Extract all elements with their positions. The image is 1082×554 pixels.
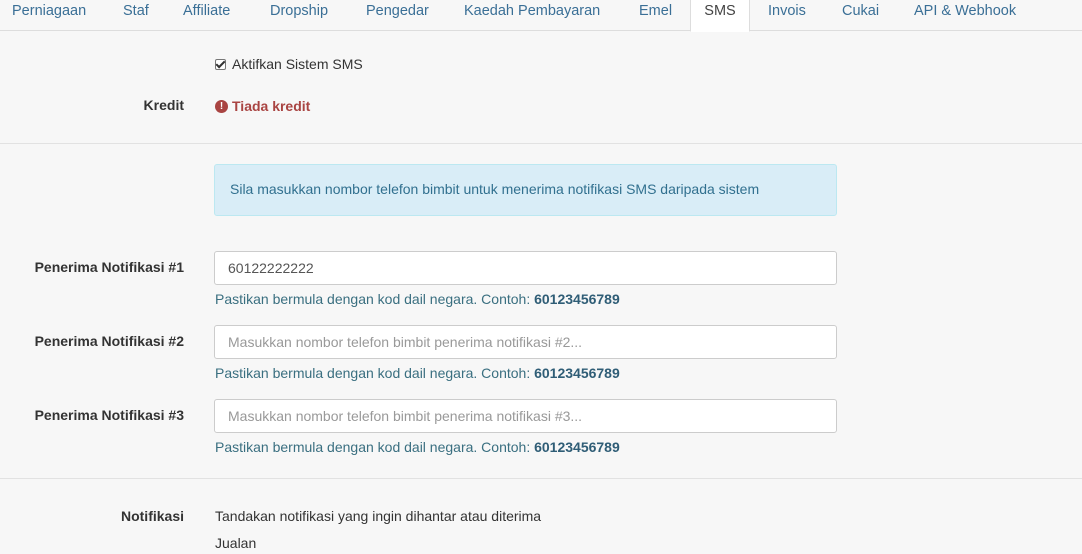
kredit-status-text: Tiada kredit: [232, 98, 311, 114]
settings-tabs: Perniagaan Staf Affiliate Dropship Penge…: [0, 0, 1082, 32]
tab-perniagaan[interactable]: Perniagaan: [12, 0, 86, 31]
recipient-1-help-example: 60123456789: [534, 291, 620, 307]
recipient-3-help-text: Pastikan bermula dengan kod dail negara.…: [215, 439, 535, 455]
recipient-1-help: Pastikan bermula dengan kod dail negara.…: [215, 291, 620, 307]
enable-sms-checkbox[interactable]: [215, 58, 226, 70]
tab-kaedah-pembayaran[interactable]: Kaedah Pembayaran: [464, 0, 600, 31]
kredit-label: Kredit: [143, 97, 184, 113]
recipient-2-help: Pastikan bermula dengan kod dail negara.…: [215, 365, 620, 381]
recipient-2-input[interactable]: [214, 325, 837, 359]
recipient-3-help: Pastikan bermula dengan kod dail negara.…: [215, 439, 620, 455]
tab-invois[interactable]: Invois: [768, 0, 806, 31]
tab-api-webhook[interactable]: API & Webhook: [914, 0, 1016, 31]
recipient-2-label: Penerima Notifikasi #2: [34, 333, 184, 349]
tab-dropship[interactable]: Dropship: [270, 0, 328, 31]
tab-pengedar[interactable]: Pengedar: [366, 0, 429, 31]
exclamation-circle-icon: !: [215, 99, 228, 113]
tab-affiliate[interactable]: Affiliate: [183, 0, 230, 31]
notifikasi-description: Tandakan notifikasi yang ingin dihantar …: [215, 508, 542, 524]
enable-sms-checkbox-row[interactable]: Aktifkan Sistem SMS: [215, 55, 363, 73]
notifikasi-group-jualan: Jualan: [215, 535, 257, 551]
recipient-2-help-example: 60123456789: [534, 365, 620, 381]
tab-staf[interactable]: Staf: [123, 0, 149, 31]
tab-emel[interactable]: Emel: [639, 0, 672, 31]
kredit-status: ! Tiada kredit: [215, 97, 310, 115]
recipient-1-input[interactable]: [214, 251, 837, 285]
tab-cukai[interactable]: Cukai: [842, 0, 879, 31]
info-alert: Sila masukkan nombor telefon bimbit untu…: [214, 164, 837, 216]
recipient-1-help-text: Pastikan bermula dengan kod dail negara.…: [215, 291, 535, 307]
recipient-3-label: Penerima Notifikasi #3: [34, 407, 184, 423]
section-divider: [0, 143, 1082, 144]
notifikasi-label: Notifikasi: [120, 508, 184, 524]
recipient-2-help-text: Pastikan bermula dengan kod dail negara.…: [215, 365, 535, 381]
recipient-3-help-example: 60123456789: [534, 439, 620, 455]
enable-sms-label: Aktifkan Sistem SMS: [232, 56, 363, 72]
section-divider: [0, 478, 1082, 479]
recipient-3-input[interactable]: [214, 399, 837, 433]
tab-sms[interactable]: SMS: [690, 0, 750, 32]
recipient-1-label: Penerima Notifikasi #1: [34, 259, 184, 275]
